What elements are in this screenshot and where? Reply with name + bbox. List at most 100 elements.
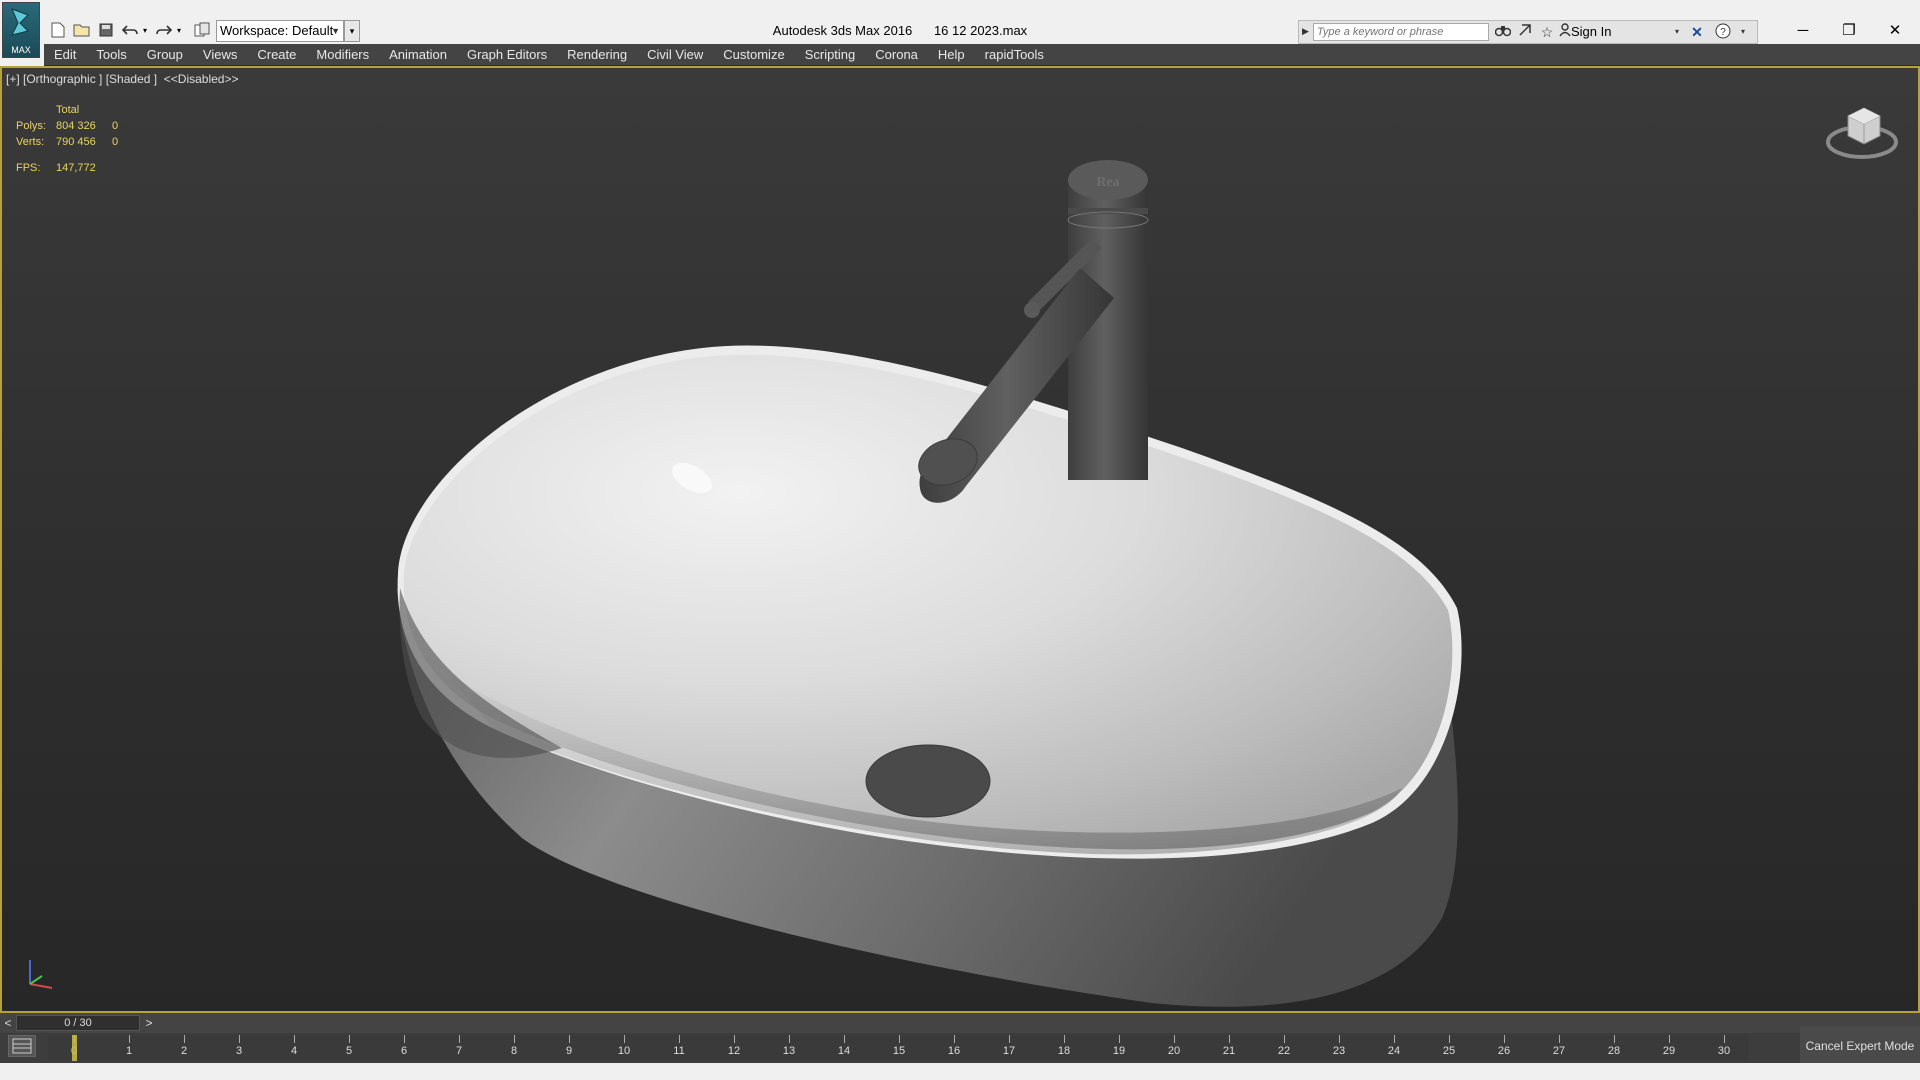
sign-in-dropdown-icon[interactable]: ▾	[1667, 23, 1687, 41]
redo-icon[interactable]	[154, 20, 174, 40]
ruler-tick-mark	[349, 1035, 350, 1043]
axis-tripod-icon	[29, 960, 53, 989]
mini-curve-editor-toggle[interactable]	[8, 1035, 36, 1057]
ruler-tick-mark	[1009, 1035, 1010, 1043]
subscription-icon[interactable]	[1515, 23, 1535, 41]
menu-animation[interactable]: Animation	[389, 47, 447, 62]
menu-group[interactable]: Group	[147, 47, 183, 62]
menu-views[interactable]: Views	[203, 47, 237, 62]
open-file-icon[interactable]	[72, 20, 92, 40]
favorites-star-icon[interactable]: ☆	[1537, 23, 1557, 41]
exchange-x-icon[interactable]: ✕	[1687, 23, 1707, 41]
verts-selected-value: 0	[112, 136, 119, 148]
ruler-tick-mark	[294, 1035, 295, 1043]
infocenter-toolbar: ▶ ☆ Sign In ▾ ✕ ? ▾	[1298, 20, 1758, 44]
ruler-tick-mark	[1504, 1035, 1505, 1043]
track-bar[interactable]: 0123456789101112131415161718192021222324…	[0, 1033, 1920, 1063]
ruler-tick-label: 6	[400, 1045, 408, 1057]
redo-dropdown-icon[interactable]: ▾	[174, 20, 184, 40]
verts-value: 790 456	[56, 136, 96, 148]
ruler-tick-label: 3	[235, 1045, 243, 1057]
menu-tools[interactable]: Tools	[96, 47, 126, 62]
undo-dropdown-icon[interactable]: ▾	[140, 20, 150, 40]
undo-icon[interactable]	[120, 20, 140, 40]
ruler-tick-label: 26	[1497, 1045, 1511, 1057]
next-frame-button[interactable]: >	[142, 1014, 156, 1032]
faucet-brand-logo: Rea	[1096, 175, 1119, 190]
ruler-tick-label: 4	[290, 1045, 298, 1057]
menu-civil-view[interactable]: Civil View	[647, 47, 703, 62]
ruler-tick-mark	[624, 1035, 625, 1043]
viewport-label-menu[interactable]: [+] [Orthographic ] [Shaded ] <<Disabled…	[6, 72, 238, 86]
polys-label: Polys:	[16, 120, 46, 132]
menu-graph-editors[interactable]: Graph Editors	[467, 47, 547, 62]
ruler-tick-mark	[1174, 1035, 1175, 1043]
ruler-tick-mark	[184, 1035, 185, 1043]
ruler-tick-mark	[239, 1035, 240, 1043]
status-bar	[0, 1063, 1920, 1080]
chevron-down-icon: ▼	[331, 26, 340, 36]
ruler-tick-label: 7	[455, 1045, 463, 1057]
frame-ruler[interactable]: 0123456789101112131415161718192021222324…	[48, 1035, 1748, 1061]
search-input[interactable]	[1313, 23, 1489, 41]
polys-value: 804 326	[56, 120, 96, 132]
ruler-tick-mark	[1339, 1035, 1340, 1043]
sign-in-button[interactable]: Sign In	[1571, 23, 1611, 41]
menu-corona[interactable]: Corona	[875, 47, 918, 62]
new-file-icon[interactable]	[48, 20, 68, 40]
workspace-dropdown[interactable]: Workspace: Default ▼	[216, 20, 344, 42]
ruler-tick-mark	[679, 1035, 680, 1043]
title-bar: MAX ▾ ▾ Workspace: Default ▼ ▾ Autodesk …	[0, 0, 1920, 58]
menu-scripting[interactable]: Scripting	[805, 47, 856, 62]
ruler-tick-label: 18	[1057, 1045, 1071, 1057]
menu-customize[interactable]: Customize	[723, 47, 784, 62]
workspace-label: Workspace: Default	[220, 23, 334, 38]
help-dropdown-icon[interactable]: ▾	[1733, 23, 1753, 41]
minimize-button[interactable]: ─	[1780, 16, 1826, 46]
ruler-tick-mark	[514, 1035, 515, 1043]
ruler-tick-label: 17	[1002, 1045, 1016, 1057]
application-menu-button[interactable]: MAX	[2, 2, 40, 58]
ruler-tick-label: 1	[125, 1045, 133, 1057]
ruler-tick-label: 30	[1717, 1045, 1731, 1057]
binoculars-icon[interactable]	[1493, 23, 1513, 41]
ruler-tick-mark	[1724, 1035, 1725, 1043]
close-button[interactable]: ✕	[1872, 16, 1918, 46]
restore-button[interactable]: ❐	[1826, 16, 1872, 46]
time-slider-thumb[interactable]: 0 / 30	[16, 1015, 140, 1031]
ruler-tick-mark	[1119, 1035, 1120, 1043]
project-folder-icon[interactable]	[192, 20, 212, 40]
drain-plug[interactable]	[865, 744, 991, 818]
ruler-tick-label: 9	[565, 1045, 573, 1057]
menu-help[interactable]: Help	[938, 47, 965, 62]
expand-arrow-icon[interactable]: ▶	[1302, 26, 1309, 37]
customize-qat-button[interactable]: ▾	[344, 20, 360, 42]
help-icon[interactable]: ?	[1713, 23, 1733, 41]
ruler-tick-mark	[569, 1035, 570, 1043]
cancel-expert-mode-button[interactable]: Cancel Expert Mode	[1800, 1026, 1920, 1066]
menu-edit[interactable]: Edit	[54, 47, 76, 62]
scene-render[interactable]: Rea	[2, 68, 1918, 1011]
menu-bar: Edit Tools Group Views Create Modifiers …	[44, 44, 1920, 66]
ruler-tick-label: 5	[345, 1045, 353, 1057]
time-slider[interactable]: < 0 / 30 >	[0, 1013, 1920, 1033]
current-frame-marker[interactable]	[72, 1035, 77, 1061]
save-icon[interactable]	[96, 20, 116, 40]
menu-rapidtools[interactable]: rapidTools	[985, 47, 1044, 62]
ruler-tick-mark	[1064, 1035, 1065, 1043]
ruler-tick-mark	[789, 1035, 790, 1043]
viewport-orthographic[interactable]: Rea [+] [Orthographic ] [Shaded ] <<Disa…	[0, 66, 1920, 1013]
window-title: Autodesk 3ds Max 2016 16 12 2023.max	[772, 23, 1028, 38]
previous-frame-button[interactable]: <	[1, 1014, 15, 1032]
faucet-lever-tip	[1024, 302, 1040, 318]
menu-modifiers[interactable]: Modifiers	[316, 47, 369, 62]
menu-rendering[interactable]: Rendering	[567, 47, 627, 62]
app-logo-text: MAX	[11, 45, 31, 55]
menu-create[interactable]: Create	[257, 47, 296, 62]
curve-editor-icon	[12, 1038, 32, 1054]
ruler-tick-label: 25	[1442, 1045, 1456, 1057]
viewcube-icon[interactable]	[1822, 98, 1902, 168]
ruler-tick-label: 2	[180, 1045, 188, 1057]
ruler-tick-label: 21	[1222, 1045, 1236, 1057]
ruler-tick-mark	[1559, 1035, 1560, 1043]
